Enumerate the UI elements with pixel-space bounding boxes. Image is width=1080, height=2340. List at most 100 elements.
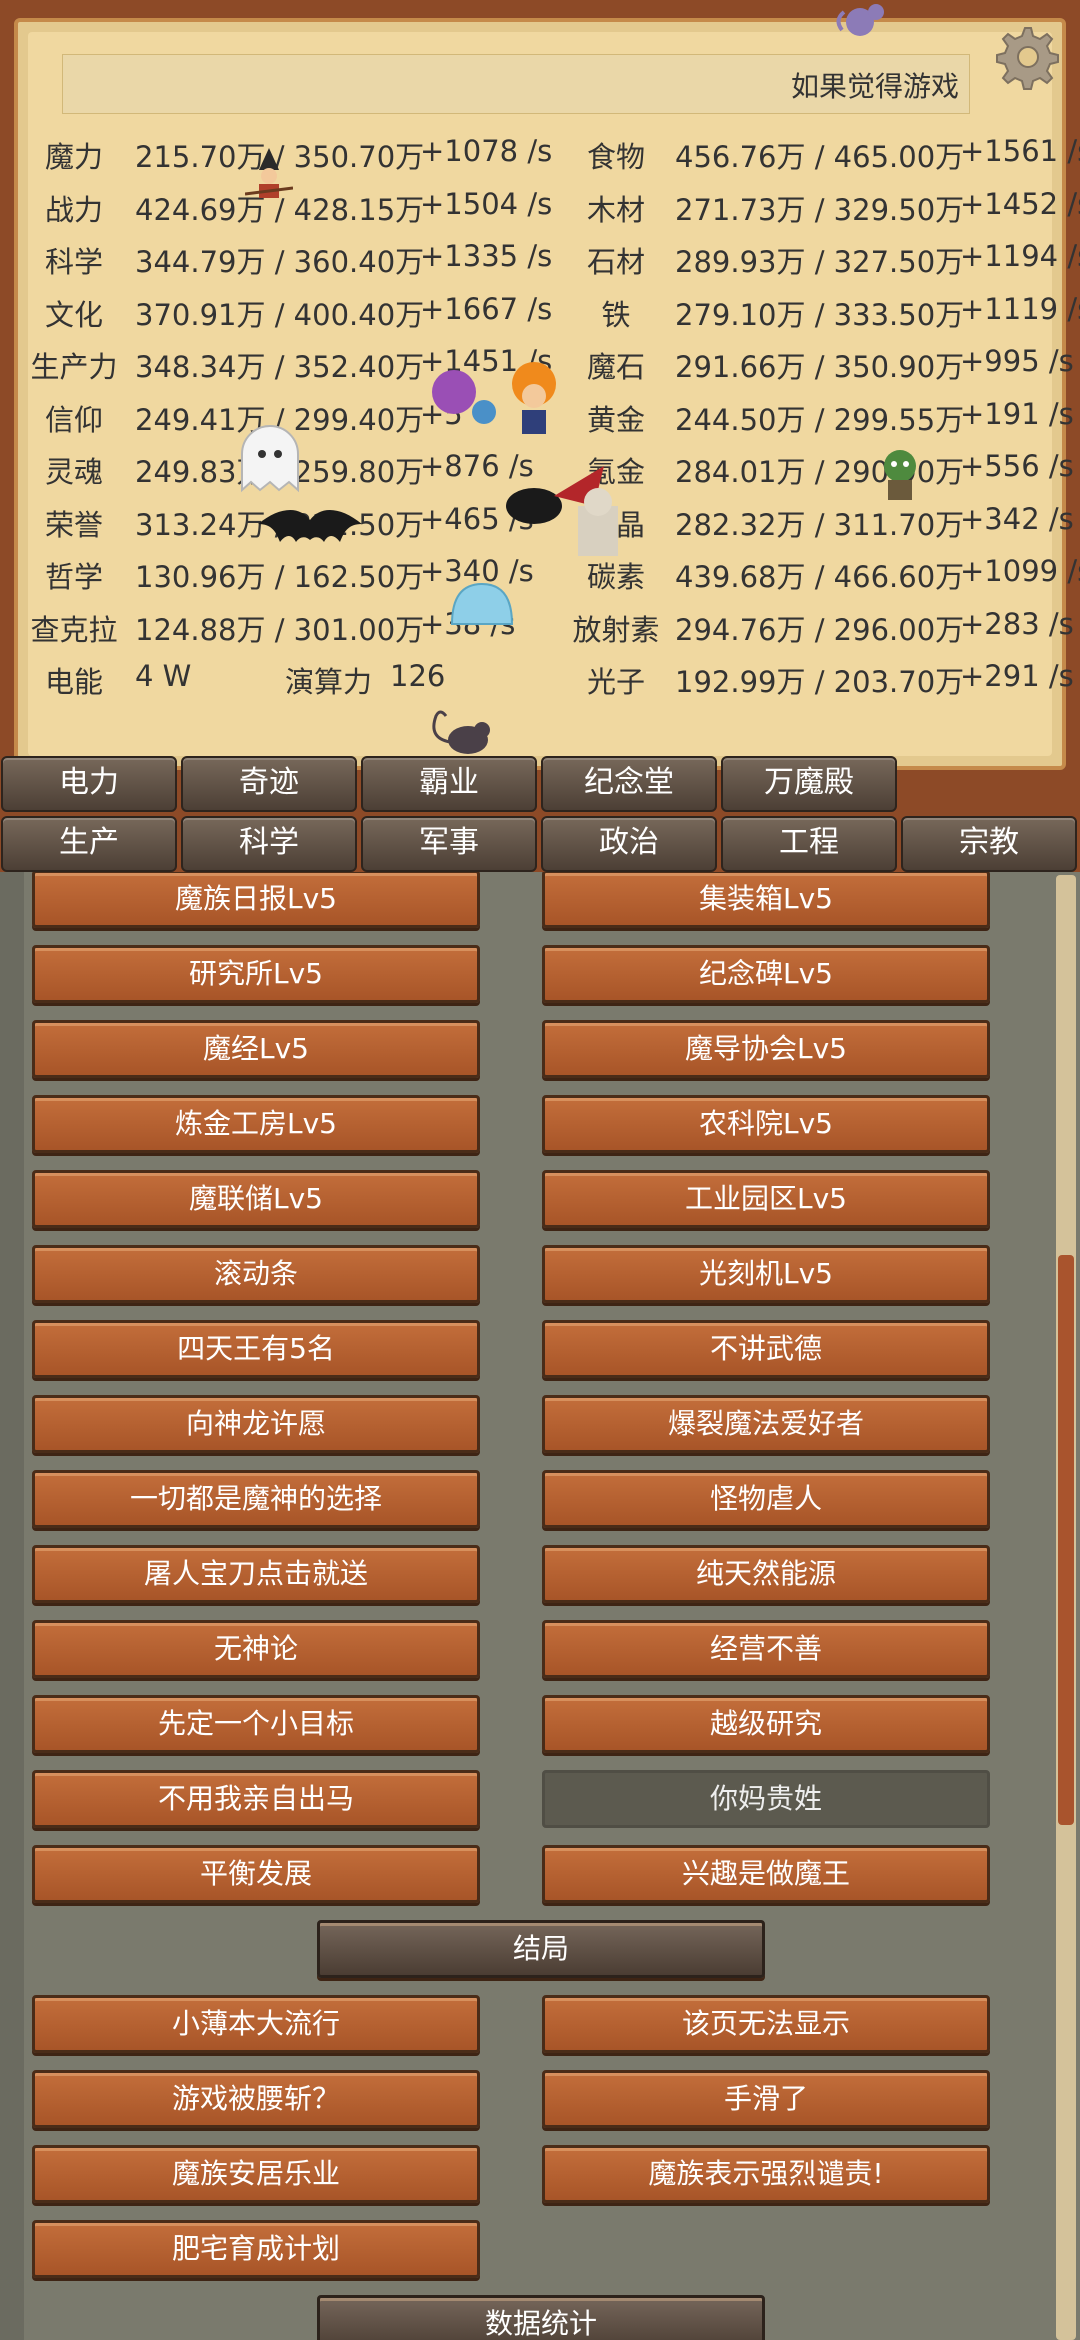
- resource-row: 魔力 215.70万 / 350.70万 +1078 /s 食物 456.76万 / 4…: [0, 126, 1080, 178]
- tab-0[interactable]: 电力: [1, 756, 177, 812]
- resource-name: 铁: [601, 297, 631, 332]
- ending-button[interactable]: 魔族表示强烈谴责!: [542, 2145, 990, 2203]
- ending-button[interactable]: 该页无法显示: [542, 1995, 990, 2053]
- achievement-button[interactable]: 兴趣是做魔王: [542, 1845, 990, 1903]
- resource-rate: +283 /s: [960, 606, 1074, 641]
- demon-group-sprite-icon: [432, 362, 556, 434]
- resource-rate: +1504 /s: [420, 186, 553, 221]
- tab-4[interactable]: 工程: [721, 816, 897, 872]
- resource-rate: +995 /s: [960, 344, 1074, 378]
- ending-button[interactable]: 肥宅育成计划: [32, 2220, 480, 2278]
- achievement-button[interactable]: 研究所Lv5: [32, 945, 480, 1003]
- ending-button[interactable]: 魔族安居乐业: [32, 2145, 480, 2203]
- resource-value: 279.10万 / 333.50万: [675, 297, 965, 332]
- resource-value: 291.66万 / 350.90万: [675, 350, 965, 384]
- achievement-button[interactable]: 怪物虐人: [542, 1470, 990, 1528]
- achievement-list: 魔族日报Lv5 集装箱Lv5 研究所Lv5 纪念碑Lv5 魔经Lv5 魔导协会Lv5 炼金工…: [0, 872, 1080, 2340]
- resource-value: 456.76万 / 465.00万: [675, 140, 965, 174]
- dragon-knight-sprite-icon: [506, 466, 618, 556]
- resource-name: 信仰: [44, 402, 103, 437]
- resource-name: 灵魂: [44, 455, 103, 489]
- rat-sprite-icon: [432, 710, 490, 754]
- tab-4[interactable]: 万魔殿: [721, 756, 897, 812]
- resource-rate: +1667 /s: [420, 291, 553, 326]
- achievement-button[interactable]: 向神龙许愿: [32, 1395, 480, 1453]
- resource-value: 124.88万 / 301.00万: [135, 612, 425, 647]
- resource-value: 244.50万 / 299.55万: [675, 402, 965, 437]
- achievement-button[interactable]: 不讲武德: [542, 1320, 990, 1378]
- achievement-button[interactable]: 魔经Lv5: [32, 1020, 480, 1078]
- achievement-button[interactable]: 魔联储Lv5: [32, 1170, 480, 1228]
- achievement-button[interactable]: 魔导协会Lv5: [542, 1020, 990, 1078]
- notice-banner: 如果觉得游戏: [62, 54, 970, 114]
- tab-3[interactable]: 政治: [541, 816, 717, 872]
- resource-value: 192.99万 / 203.70万: [675, 665, 965, 699]
- achievement-button[interactable]: 滚动条: [32, 1245, 480, 1303]
- resource-rate: +1561 /s: [960, 134, 1080, 168]
- stats-button[interactable]: 数据统计: [317, 2295, 765, 2340]
- tab-2[interactable]: 霸业: [361, 756, 537, 812]
- resource-value: 344.79万 / 360.40万: [135, 245, 425, 279]
- tab-1[interactable]: 奇迹: [181, 756, 357, 812]
- achievement-button[interactable]: 不用我亲自出马: [32, 1770, 480, 1828]
- resource-value: 348.34万 / 352.40万: [135, 350, 425, 384]
- achievement-button[interactable]: 平衡发展: [32, 1845, 480, 1903]
- tab-2[interactable]: 军事: [361, 816, 537, 872]
- resource-rate: +191 /s: [960, 396, 1074, 431]
- resource-name: 食物: [586, 140, 645, 174]
- achievement-button[interactable]: 无神论: [32, 1620, 480, 1678]
- resource-value: 282.32万 / 311.70万: [675, 507, 965, 542]
- tab-5[interactable]: 宗教: [901, 816, 1077, 872]
- gear-icon[interactable]: [990, 22, 1060, 92]
- resource-value: 370.91万 / 400.40万: [135, 297, 425, 332]
- tab-1[interactable]: 科学: [181, 816, 357, 872]
- resource-row: 科学 344.79万 / 360.40万 +1335 /s 石材 289.93万 / 3…: [0, 231, 1080, 283]
- tab-3[interactable]: 纪念堂: [541, 756, 717, 812]
- resource-value: 294.76万 / 296.00万: [675, 612, 965, 647]
- monkey-sprite-icon: [836, 4, 884, 36]
- resource-rate: +1099 /s: [960, 554, 1080, 588]
- achievement-button[interactable]: 魔族日报Lv5: [32, 872, 480, 928]
- achievement-button[interactable]: 越级研究: [542, 1695, 990, 1753]
- resource-name: 文化: [44, 297, 103, 332]
- resource-row: 文化 370.91万 / 400.40万 +1667 /s 铁 279.10万 / 33…: [0, 284, 1080, 336]
- resource-name: 放射素: [572, 612, 660, 647]
- notice-text: 如果觉得游戏: [790, 70, 959, 103]
- achievement-button[interactable]: 集装箱Lv5: [542, 872, 990, 928]
- goblin-sprite-icon: [884, 450, 916, 500]
- resource-value: 439.68万 / 466.60万: [675, 560, 965, 594]
- tab-0[interactable]: 生产: [1, 816, 177, 872]
- resource-rate: +1194 /s: [960, 239, 1080, 273]
- achievement-button[interactable]: 纯天然能源: [542, 1545, 990, 1603]
- achievement-button[interactable]: 爆裂魔法爱好者: [542, 1395, 990, 1453]
- achievement-button[interactable]: 一切都是魔神的选择: [32, 1470, 480, 1528]
- achievement-button[interactable]: 工业园区Lv5: [542, 1170, 990, 1228]
- ending-button[interactable]: 手滑了: [542, 2070, 990, 2128]
- compute-label: 演算力: [285, 665, 373, 699]
- achievement-button[interactable]: 纪念碑Lv5: [542, 945, 990, 1003]
- ending-button[interactable]: 游戏被腰斩？: [32, 2070, 480, 2128]
- achievement-button[interactable]: 屠人宝刀点击就送: [32, 1545, 480, 1603]
- achievement-button[interactable]: 四天王有5名: [32, 1320, 480, 1378]
- tab-bar-bottom: 生产 科学 军事 政治 工程 宗教: [0, 816, 1080, 872]
- ending-button[interactable]: 小薄本大流行: [32, 1995, 480, 2053]
- resource-name: 光子: [586, 665, 645, 699]
- resource-name: 木材: [586, 192, 645, 227]
- achievement-button[interactable]: 经营不善: [542, 1620, 990, 1678]
- witch-sprite-icon: [245, 148, 293, 198]
- resource-row: 查克拉124.88万 / 301.00万+38 /s放射素294.76万 / 2…: [0, 599, 1080, 651]
- ending-section-button[interactable]: 结局: [317, 1920, 765, 1978]
- achievement-button[interactable]: 先定一个小目标: [32, 1695, 480, 1753]
- achievement-button[interactable]: 炼金工房Lv5: [32, 1095, 480, 1153]
- resource-name: 生产力: [30, 350, 118, 384]
- resource-rate: +1119 /s: [960, 291, 1080, 326]
- achievement-button[interactable]: 农科院Lv5: [542, 1095, 990, 1153]
- ghost-sprite-icon: [241, 425, 299, 493]
- achievement-button[interactable]: 你妈贵姓: [542, 1770, 990, 1828]
- achievement-button[interactable]: 光刻机Lv5: [542, 1245, 990, 1303]
- resource-rate: +1452 /s: [960, 186, 1080, 221]
- resource-value: 130.96万 / 162.50万: [135, 560, 425, 594]
- resource-name: 战力: [44, 192, 103, 227]
- scrollbar-thumb[interactable]: [1058, 1255, 1074, 1825]
- resource-name: 电能: [44, 665, 103, 699]
